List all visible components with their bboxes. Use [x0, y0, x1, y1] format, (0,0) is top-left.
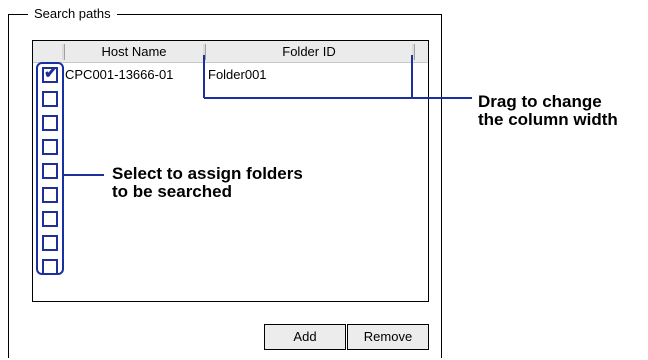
annotation-line: Drag to change	[478, 92, 602, 111]
column-width-annotation: Drag to change the column width	[478, 93, 618, 129]
checkbox-column-bracket	[36, 62, 64, 275]
annotation-line: Select to assign folders	[112, 164, 303, 183]
annotation-overlay	[36, 55, 472, 275]
annotation-line: the column width	[478, 110, 618, 129]
annotation-line: to be searched	[112, 182, 232, 201]
assign-folders-annotation: Select to assign folders to be searched	[112, 165, 303, 201]
